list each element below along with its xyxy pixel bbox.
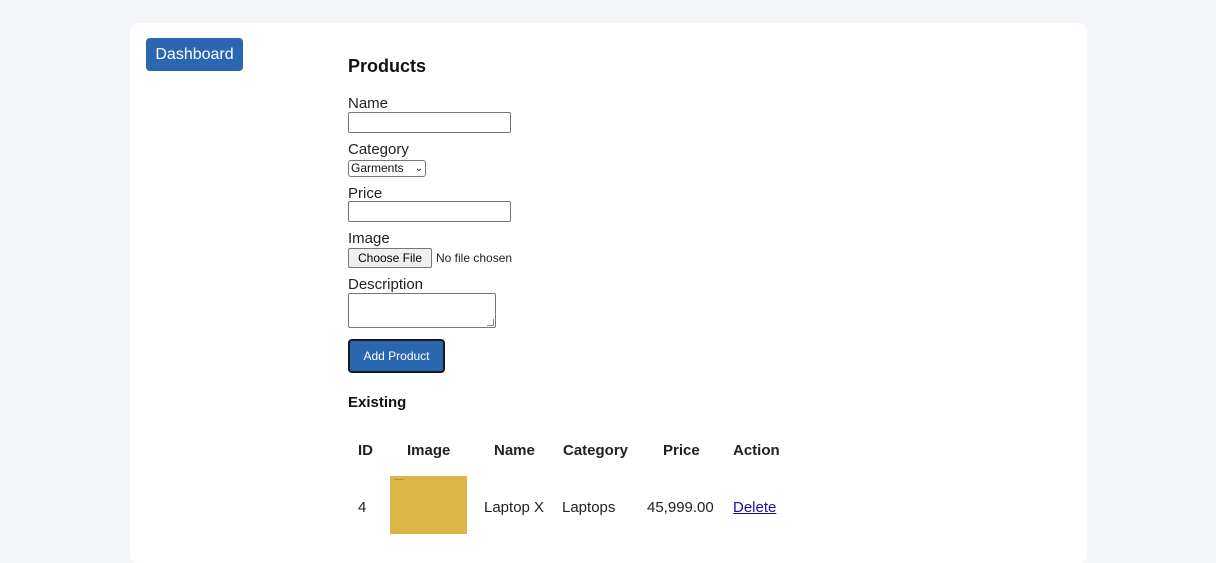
add-product-button[interactable]: Add Product [348, 339, 445, 373]
category-selected-value: Garments [351, 161, 404, 175]
description-textarea[interactable] [348, 293, 496, 328]
column-header-category: Category [563, 442, 629, 459]
choose-file-button[interactable]: Choose File [348, 248, 432, 268]
row-id: 4 [358, 499, 367, 516]
category-label: Category [348, 141, 409, 158]
column-header-image: Image [407, 442, 451, 459]
row-category: Laptops [562, 499, 616, 516]
product-thumbnail [390, 476, 467, 534]
chevron-down-icon: ⌄ [414, 163, 423, 174]
resize-grip-icon[interactable] [487, 319, 494, 326]
row-price: 45,999.00 [647, 499, 714, 516]
description-label: Description [348, 276, 424, 293]
name-label: Name [348, 95, 389, 112]
dashboard-button[interactable]: Dashboard [146, 38, 243, 71]
row-name: Laptop X [484, 499, 545, 516]
price-input[interactable] [348, 201, 511, 222]
file-status-text: No file chosen [436, 251, 513, 265]
name-input[interactable] [348, 112, 511, 133]
price-label: Price [348, 185, 383, 202]
thumbnail-detail [394, 479, 404, 480]
column-header-price: Price [663, 442, 700, 459]
page-title: Products [348, 56, 427, 76]
image-label: Image [348, 230, 390, 247]
column-header-action: Action [733, 442, 780, 459]
column-header-name: Name [494, 442, 535, 459]
delete-link[interactable]: Delete [733, 499, 776, 516]
category-select[interactable]: Garments ⌄ [348, 160, 426, 177]
main-card [130, 23, 1087, 563]
existing-title: Existing [348, 394, 407, 411]
column-header-id: ID [358, 442, 373, 459]
